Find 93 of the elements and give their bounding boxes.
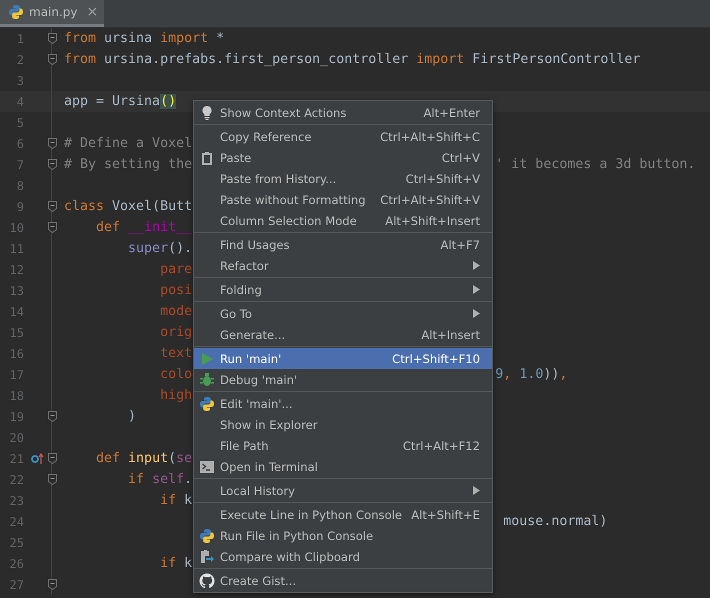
fold-marker-icon[interactable] [48, 201, 57, 212]
menu-item[interactable]: Generate... Alt+Insert [194, 324, 492, 345]
fold-marker-icon[interactable] [48, 453, 57, 464]
code-line: # By setting the [63, 157, 192, 172]
fold-marker-icon[interactable] [48, 474, 57, 485]
line-number: 16 [8, 346, 24, 360]
line-number: 6 [16, 136, 24, 150]
line-number: 7 [16, 158, 24, 172]
terminal-icon [199, 458, 215, 474]
code-line: super(). [127, 241, 192, 256]
line-number: 1 [16, 32, 24, 46]
fold-marker-icon[interactable] [48, 222, 57, 233]
menu-item[interactable]: Column Selection Mode Alt+Shift+Insert [194, 210, 492, 231]
menu-item[interactable]: Refactor [194, 255, 492, 276]
code-line: mode [159, 304, 192, 319]
code-line: colo [159, 367, 192, 382]
line-number: 10 [8, 220, 24, 234]
menu-item[interactable]: Go To [194, 303, 492, 324]
menu-item[interactable]: Folding [194, 279, 492, 300]
code-line: text [159, 346, 192, 361]
line-number: 19 [8, 410, 24, 424]
line-number: 8 [16, 178, 24, 192]
close-icon[interactable]: × [86, 4, 98, 20]
code-line: orig [159, 325, 192, 340]
menu-item[interactable]: Paste without Formatting Ctrl+Alt+Shift+V [194, 189, 492, 210]
code-line: from ursina.prefabs.first_person_controller import FirstPersonController [63, 52, 640, 67]
compare-icon [199, 548, 215, 564]
code-line: def __init__ [95, 220, 192, 235]
code-line: # Define a Voxel [63, 136, 192, 151]
code-line: if k [159, 556, 192, 571]
code-line: if self. [127, 472, 192, 487]
line-number: 24 [8, 514, 24, 528]
code-line: mouse.normal) [502, 514, 608, 529]
fold-marker-icon[interactable] [48, 138, 57, 149]
line-number: 23 [8, 494, 24, 508]
line-number: 22 [8, 472, 24, 486]
menu-item[interactable]: Open in Terminal [194, 456, 492, 477]
play-icon [199, 350, 215, 366]
line-number: 9 [16, 200, 24, 214]
menu-item[interactable]: Copy Reference Ctrl+Alt+Shift+C [194, 126, 492, 147]
line-number: 26 [8, 556, 24, 570]
code-line: def input(se [95, 451, 192, 466]
fold-marker-icon[interactable] [48, 411, 57, 422]
line-number: 11 [8, 242, 24, 256]
fold-marker-icon[interactable] [48, 54, 57, 65]
clipboard-icon [199, 150, 215, 166]
menu-item[interactable]: Show Context Actions Alt+Enter [194, 102, 492, 123]
fold-marker-icon[interactable] [48, 33, 57, 44]
line-number: 25 [8, 536, 24, 550]
code-line: from ursina import * [63, 31, 224, 46]
code-line: class Voxel(Butt [63, 199, 192, 214]
python-file-icon [8, 4, 24, 20]
code-line: high [159, 388, 192, 403]
code-line: if k [159, 493, 192, 508]
code-line: ) [127, 409, 136, 424]
code-line: posi [159, 283, 192, 298]
file-tab[interactable]: main.py × [0, 0, 104, 27]
menu-item[interactable]: Debug 'main' [194, 369, 492, 390]
line-number: 18 [8, 388, 24, 402]
menu-item[interactable]: Local History [194, 480, 492, 501]
override-marker-icon[interactable] [31, 452, 45, 464]
code-line: ' it becomes a 3d button. [495, 157, 696, 172]
fold-marker-icon[interactable] [48, 579, 57, 590]
menu-item[interactable]: Compare with Clipboard [194, 546, 492, 567]
menu-item[interactable]: Paste Ctrl+V [194, 147, 492, 168]
line-number: 15 [8, 326, 24, 340]
menu-item[interactable]: File Path Ctrl+Alt+F12 [194, 435, 492, 456]
menu-item[interactable]: Edit 'main'... [194, 393, 492, 414]
python-icon [199, 396, 215, 412]
menu-item[interactable]: Find Usages Alt+F7 [194, 234, 492, 255]
menu-item[interactable]: Create Gist... [194, 570, 492, 591]
line-number: 2 [16, 52, 24, 66]
line-number: 12 [8, 262, 24, 276]
github-icon [199, 572, 215, 588]
menu-item[interactable]: Execute Line in Python Console Alt+Shift+E [194, 504, 492, 525]
menu-item[interactable]: Run 'main' Ctrl+Shift+F10 [194, 348, 492, 369]
line-number: 20 [8, 430, 24, 444]
fold-marker-icon[interactable] [48, 159, 57, 170]
line-number: 21 [8, 452, 24, 466]
code-line: pare [159, 262, 192, 277]
menu-item[interactable]: Show in Explorer [194, 414, 492, 435]
code-line: 9, 1.0)), [495, 367, 568, 382]
bug-icon [199, 372, 215, 388]
line-number: 17 [8, 368, 24, 382]
python-icon [199, 528, 215, 544]
code-line: app = Ursina() [63, 94, 176, 109]
line-number: 14 [8, 304, 24, 318]
menu-item[interactable]: Paste from History... Ctrl+Shift+V [194, 168, 492, 189]
line-number: 3 [16, 74, 24, 88]
menu-item[interactable]: Run File in Python Console [194, 525, 492, 546]
line-number: 27 [8, 578, 24, 592]
line-number: 13 [8, 284, 24, 298]
line-number: 5 [16, 116, 24, 130]
